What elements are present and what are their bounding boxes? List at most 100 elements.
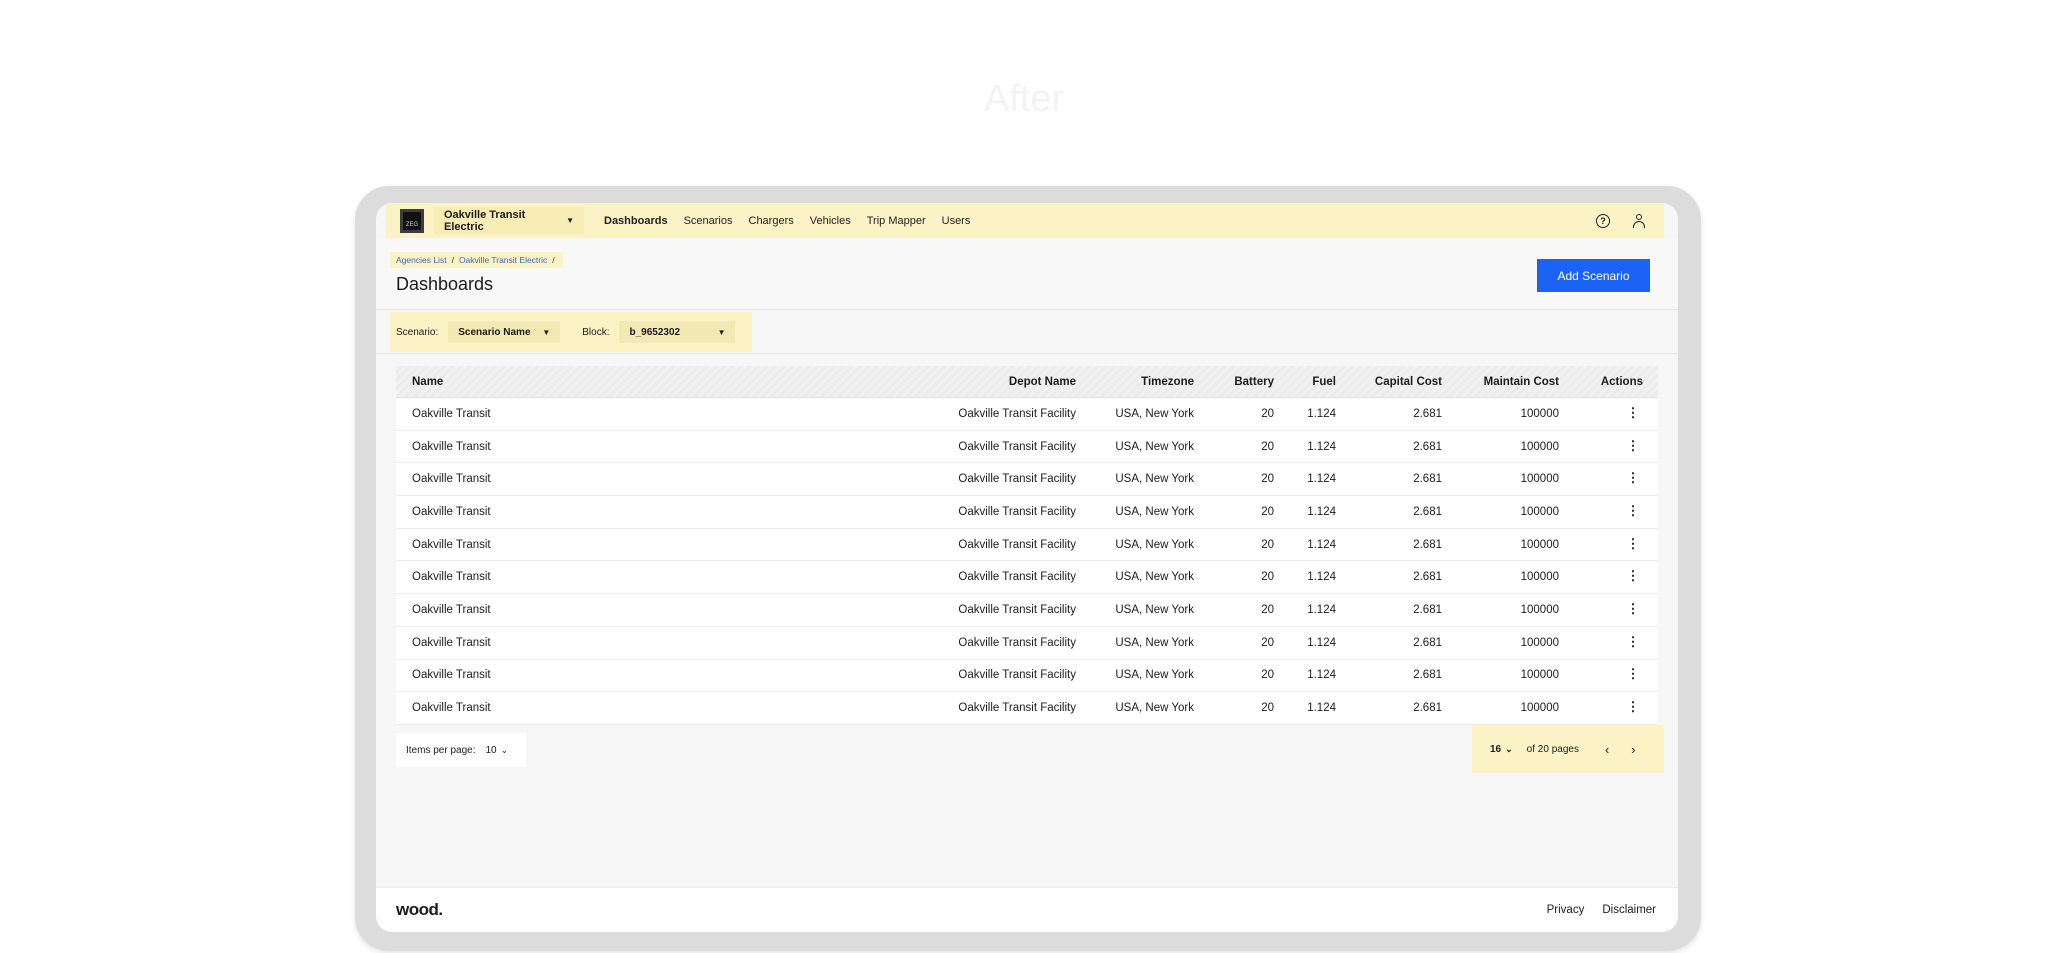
header-actions: Actions — [1600, 375, 1643, 388]
agency-selector[interactable]: Oakville Transit Electric ▼ — [434, 207, 584, 234]
cell-battery: 20 — [1261, 571, 1274, 584]
cell-timezone: USA, New York — [1115, 407, 1194, 420]
cell-depot-name: Oakville Transit Facility — [958, 538, 1076, 551]
cell-timezone: USA, New York — [1115, 702, 1194, 715]
current-page: 16 — [1490, 743, 1502, 755]
cell-timezone: USA, New York — [1115, 505, 1194, 518]
cell-capital-cost: 2.681 — [1413, 603, 1442, 616]
footer: wood. Privacy Disclaimer — [376, 887, 1678, 932]
nav-dashboards[interactable]: Dashboards — [604, 215, 668, 227]
cell-fuel: 1.124 — [1307, 669, 1336, 682]
row-actions: ⋮ — [1559, 667, 1649, 681]
table-row[interactable]: Oakville Transit Oakville Transit Facilit… — [396, 692, 1658, 725]
block-select-value: b_9652302 — [629, 326, 681, 338]
cell-fuel: 1.124 — [1307, 440, 1336, 453]
header-timezone[interactable]: Timezone — [1076, 376, 1194, 388]
table-body: Oakville Transit Oakville Transit Facilit… — [396, 398, 1658, 725]
header-depot-name[interactable]: Depot Name — [676, 376, 1076, 388]
more-vertical-icon[interactable]: ⋮ — [1623, 406, 1643, 419]
block-select[interactable]: b_9652302 ▼ — [619, 321, 736, 343]
breadcrumb: Agencies List / Oakville Transit Electri… — [390, 252, 563, 268]
more-vertical-icon[interactable]: ⋮ — [1623, 700, 1643, 713]
chevron-right-icon[interactable]: › — [1631, 742, 1635, 757]
cell-name: Oakville Transit — [412, 702, 491, 715]
more-vertical-icon[interactable]: ⋮ — [1623, 667, 1643, 680]
breadcrumb-separator: / — [552, 255, 555, 265]
cell-maintain-cost: 100000 — [1520, 571, 1559, 584]
table-row[interactable]: Oakville Transit Oakville Transit Facilit… — [396, 496, 1658, 529]
cell-fuel: 1.124 — [1307, 702, 1336, 715]
table-row[interactable]: Oakville Transit Oakville Transit Facilit… — [396, 529, 1658, 562]
table-row[interactable]: Oakville Transit Oakville Transit Facilit… — [396, 561, 1658, 595]
cell-battery: 20 — [1261, 603, 1274, 616]
nav-vehicles[interactable]: Vehicles — [810, 215, 851, 227]
app-logo[interactable]: ZEG — [400, 208, 424, 233]
header-name[interactable]: Name — [396, 376, 676, 388]
cell-capital-cost: 2.681 — [1413, 538, 1442, 551]
items-per-page-select[interactable]: 10 ⌄ — [485, 745, 508, 756]
cell-depot-name: Oakville Transit Facility — [958, 505, 1076, 518]
question-circle-icon[interactable]: ? — [1596, 213, 1610, 228]
cell-name: Oakville Transit — [412, 538, 491, 551]
breadcrumb-agency[interactable]: Oakville Transit Electric — [459, 255, 547, 265]
table-row[interactable]: Oakville Transit Oakville Transit Facilit… — [396, 594, 1658, 627]
more-vertical-icon[interactable]: ⋮ — [1623, 537, 1643, 550]
disclaimer-link[interactable]: Disclaimer — [1602, 904, 1656, 916]
top-icons: ? — [1596, 213, 1646, 228]
user-icon[interactable] — [1632, 213, 1646, 228]
block-label: Block: — [582, 326, 610, 338]
main-nav: Dashboards Scenarios Chargers Vehicles T… — [604, 215, 970, 227]
page-title: Dashboards — [396, 274, 494, 294]
chevron-left-icon[interactable]: ‹ — [1605, 742, 1609, 757]
cell-maintain-cost: 100000 — [1520, 440, 1559, 453]
table-row[interactable]: Oakville Transit Oakville Transit Facilit… — [396, 398, 1658, 431]
cell-depot-name: Oakville Transit Facility — [958, 440, 1076, 453]
header-battery[interactable]: Battery — [1194, 376, 1274, 388]
scenario-select[interactable]: Scenario Name ▼ — [448, 321, 561, 343]
privacy-link[interactable]: Privacy — [1547, 904, 1585, 916]
more-vertical-icon[interactable]: ⋮ — [1623, 471, 1643, 484]
table-row[interactable]: Oakville Transit Oakville Transit Facilit… — [396, 463, 1658, 497]
cell-battery: 20 — [1261, 407, 1274, 420]
header-maintain-cost[interactable]: Maintain Cost — [1442, 376, 1559, 388]
nav-chargers[interactable]: Chargers — [749, 215, 794, 227]
breadcrumb-agencies-list[interactable]: Agencies List — [396, 255, 447, 265]
nav-users[interactable]: Users — [942, 215, 971, 227]
cell-depot-name: Oakville Transit Facility — [958, 669, 1076, 682]
more-vertical-icon[interactable]: ⋮ — [1623, 635, 1643, 648]
cell-timezone: USA, New York — [1115, 538, 1194, 551]
filter-bar: Scenario: Scenario Name ▼ Block: b_96523… — [390, 312, 752, 352]
cell-capital-cost: 2.681 — [1413, 636, 1442, 649]
page-count: of 20 pages — [1526, 743, 1579, 755]
table-row[interactable]: Oakville Transit Oakville Transit Facilit… — [396, 627, 1658, 660]
chevron-down-icon: ⌄ — [500, 744, 509, 755]
cell-name: Oakville Transit — [412, 603, 491, 616]
more-vertical-icon[interactable]: ⋮ — [1623, 569, 1643, 582]
header-capital-cost[interactable]: Capital Cost — [1336, 376, 1442, 388]
row-actions: ⋮ — [1559, 504, 1649, 518]
table-row[interactable]: Oakville Transit Oakville Transit Facilit… — [396, 431, 1658, 464]
caret-down-icon: ▼ — [566, 216, 574, 225]
page-select[interactable]: 16 ⌄ — [1490, 744, 1513, 755]
scenario-label: Scenario: — [396, 326, 439, 338]
header-fuel[interactable]: Fuel — [1274, 376, 1336, 388]
row-actions: ⋮ — [1559, 602, 1649, 616]
cell-battery: 20 — [1261, 505, 1274, 518]
page-header: Agencies List / Oakville Transit Electri… — [376, 238, 1678, 310]
nav-scenarios[interactable]: Scenarios — [684, 215, 733, 227]
top-navbar: ZEG Oakville Transit Electric ▼ Dashboar… — [386, 203, 1664, 238]
more-vertical-icon[interactable]: ⋮ — [1623, 602, 1643, 615]
pagination: 16 ⌄ of 20 pages ‹ › — [1472, 725, 1664, 773]
items-per-page-label: Items per page: — [406, 744, 476, 756]
add-scenario-button[interactable]: Add Scenario — [1537, 259, 1650, 292]
table-row[interactable]: Oakville Transit Oakville Transit Facilit… — [396, 660, 1658, 693]
more-vertical-icon[interactable]: ⋮ — [1623, 504, 1643, 517]
more-vertical-icon[interactable]: ⋮ — [1623, 439, 1643, 452]
chevron-down-icon: ⌄ — [1505, 743, 1513, 754]
cell-name: Oakville Transit — [412, 473, 491, 486]
cell-fuel: 1.124 — [1307, 603, 1336, 616]
cell-timezone: USA, New York — [1115, 440, 1194, 453]
app-screen: ZEG Oakville Transit Electric ▼ Dashboar… — [376, 203, 1678, 932]
nav-trip-mapper[interactable]: Trip Mapper — [867, 215, 926, 227]
logo-text: ZEG — [405, 221, 419, 228]
